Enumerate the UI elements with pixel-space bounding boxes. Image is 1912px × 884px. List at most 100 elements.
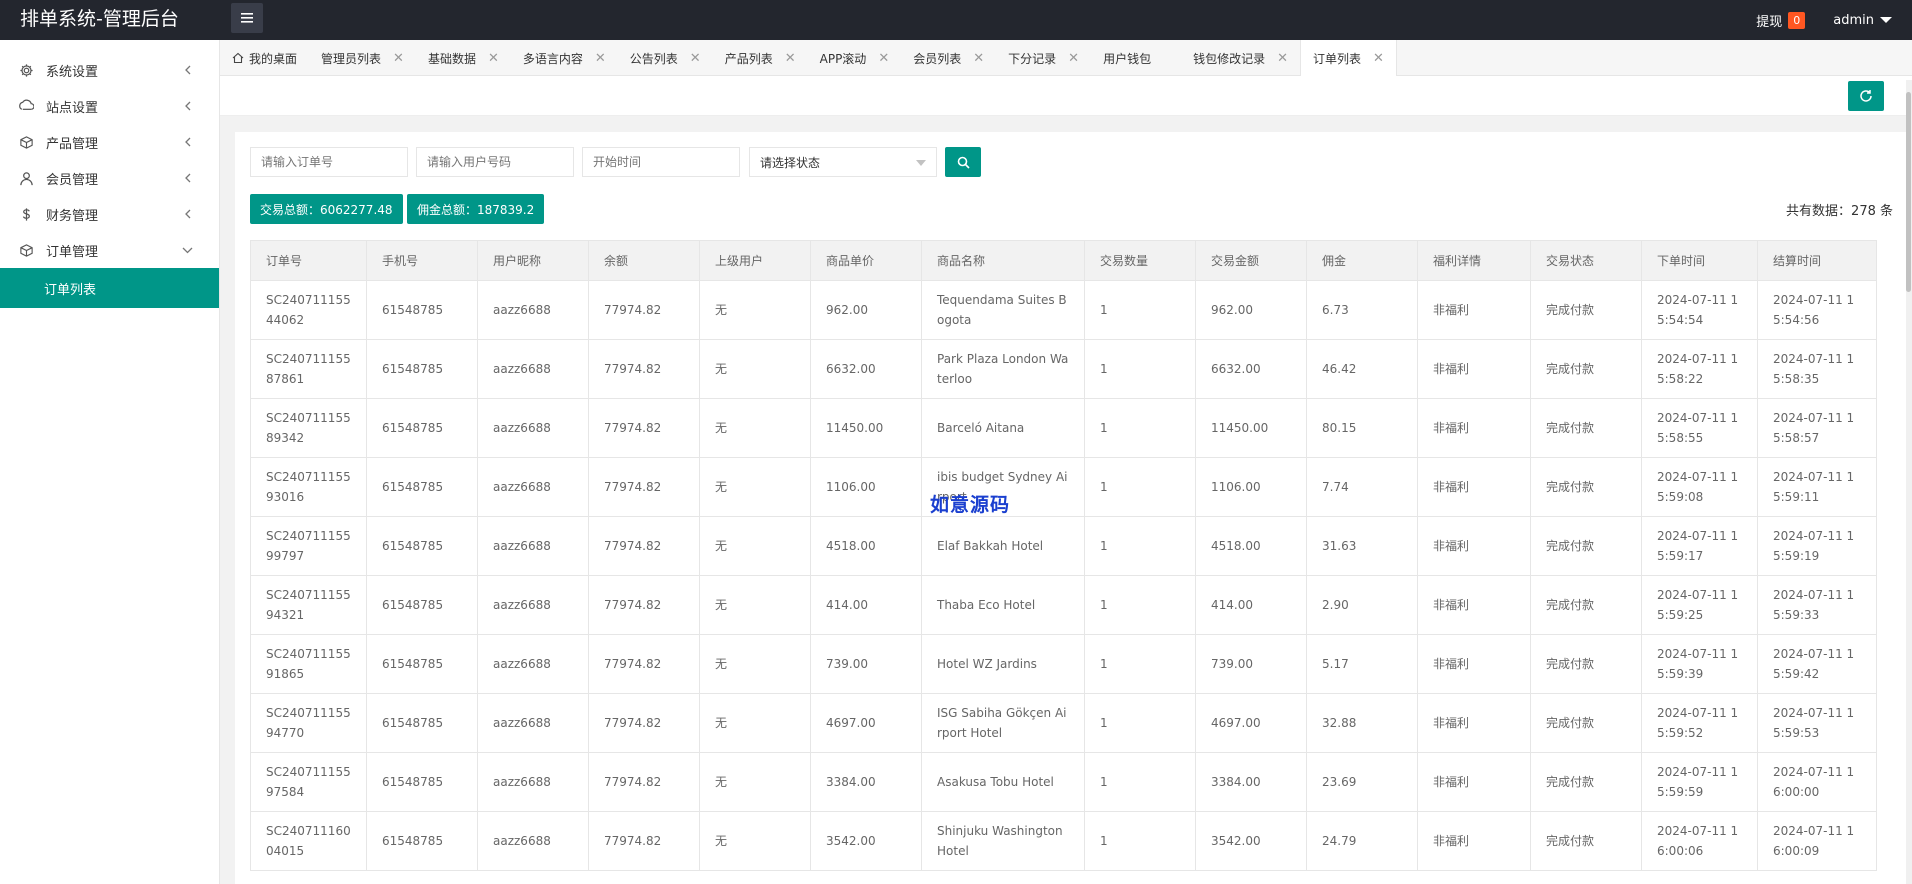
table-cell: 61548785 — [366, 280, 478, 340]
phone-input[interactable] — [416, 147, 574, 177]
table-cell: 无 — [699, 634, 811, 694]
sidebar-item-site[interactable]: 站点设置 — [0, 88, 219, 124]
close-icon[interactable]: ✕ — [488, 51, 499, 66]
table-cell: 7.74 — [1306, 457, 1418, 517]
table-cell: 61548785 — [366, 398, 478, 458]
table-cell: 1 — [1084, 516, 1196, 576]
sidebar-item-system[interactable]: 系统设置 — [0, 52, 219, 88]
table-cell: aazz6688 — [477, 634, 589, 694]
tab-notice-list[interactable]: 公告列表 ✕ — [618, 40, 713, 76]
column-header: 余额 — [588, 240, 700, 281]
table-cell: aazz6688 — [477, 516, 589, 576]
tab-member-list[interactable]: 会员列表 ✕ — [901, 40, 996, 76]
menu-toggle-button[interactable] — [231, 3, 263, 33]
table-cell: 无 — [699, 575, 811, 635]
table-cell: 80.15 — [1306, 398, 1418, 458]
refresh-icon — [1860, 90, 1872, 102]
table-cell: 非福利 — [1417, 575, 1531, 635]
table-cell: 77974.82 — [588, 811, 700, 871]
table-cell: 739.00 — [810, 634, 922, 694]
table-cell: 6632.00 — [810, 339, 922, 399]
close-icon[interactable]: ✕ — [690, 51, 701, 66]
table-cell: 61548785 — [366, 811, 478, 871]
main-content: 请选择状态 交易总额：6062277.48 佣金总额：187839.2 共有数据… — [220, 76, 1912, 884]
page-scrollbar-thumb[interactable] — [1906, 92, 1911, 292]
close-icon[interactable]: ✕ — [878, 51, 889, 66]
table-cell: 962.00 — [810, 280, 922, 340]
table-cell: 2024-07-11 15:54:56 — [1757, 280, 1877, 340]
chevron-left-icon — [185, 101, 191, 111]
close-icon[interactable]: ✕ — [595, 51, 606, 66]
sidebar-item-order[interactable]: 订单管理 — [0, 232, 219, 268]
table-cell: 非福利 — [1417, 634, 1531, 694]
table-cell: 完成付款 — [1530, 811, 1642, 871]
close-icon[interactable]: ✕ — [1373, 51, 1384, 66]
table-cell: SC24071115599797 — [250, 516, 367, 576]
sidebar-item-member[interactable]: 会员管理 — [0, 160, 219, 196]
table-cell: 4697.00 — [1195, 693, 1307, 753]
withdraw-link[interactable]: 提现 0 — [1756, 11, 1806, 30]
close-icon[interactable]: ✕ — [1068, 51, 1079, 66]
table-cell: 2024-07-11 15:59:59 — [1641, 752, 1758, 812]
table-cell: aazz6688 — [477, 575, 589, 635]
table-cell: Barceló Aitana — [921, 398, 1085, 458]
table-cell: 2024-07-11 15:58:22 — [1641, 339, 1758, 399]
tab-withdraw-records[interactable]: 下分记录 ✕ — [996, 40, 1091, 76]
table-cell: 2024-07-11 15:59:39 — [1641, 634, 1758, 694]
user-icon — [18, 170, 34, 186]
table-cell: Elaf Bakkah Hotel — [921, 516, 1085, 576]
table-cell: 2024-07-11 16:00:00 — [1757, 752, 1877, 812]
close-icon[interactable]: ✕ — [973, 51, 984, 66]
table-cell: 962.00 — [1195, 280, 1307, 340]
search-button[interactable] — [945, 147, 981, 177]
tab-admin-list[interactable]: 管理员列表 ✕ — [309, 40, 416, 76]
tab-desktop[interactable]: 我的桌面 — [220, 40, 309, 76]
close-icon[interactable]: ✕ — [393, 51, 404, 66]
withdraw-label: 提现 — [1756, 14, 1783, 30]
refresh-button[interactable] — [1848, 81, 1884, 111]
table-row: SC24071115594770 61548785 aazz6688 77974.82… — [250, 693, 1877, 753]
table-cell: SC24071115597584 — [250, 752, 367, 812]
status-select[interactable]: 请选择状态 — [749, 147, 937, 177]
caret-down-icon — [916, 160, 926, 166]
table-row: SC24071115599797 61548785 aazz6688 77974.82… — [250, 516, 1877, 576]
tab-multilang[interactable]: 多语言内容 ✕ — [511, 40, 618, 76]
tab-app-scroll[interactable]: APP滚动 ✕ — [808, 40, 902, 76]
sidebar-item-product[interactable]: 产品管理 — [0, 124, 219, 160]
table-cell: Thaba Eco Hotel — [921, 575, 1085, 635]
dollar-icon — [18, 206, 34, 222]
tab-wallet-log[interactable]: 钱包修改记录 ✕ — [1181, 40, 1300, 76]
table-cell: 无 — [699, 693, 811, 753]
column-header: 结算时间 — [1757, 240, 1877, 281]
sidebar-subitem-order-list[interactable]: 订单列表 — [0, 268, 219, 308]
table-cell: 61548785 — [366, 457, 478, 517]
table-cell: 1 — [1084, 634, 1196, 694]
tab-basic-data[interactable]: 基础数据 ✕ — [416, 40, 511, 76]
column-header: 上级用户 — [699, 240, 811, 281]
sidebar-item-finance[interactable]: 财务管理 — [0, 196, 219, 232]
user-menu[interactable]: admin — [1833, 13, 1892, 28]
table-cell: 1 — [1084, 575, 1196, 635]
table-cell: 4518.00 — [1195, 516, 1307, 576]
commission-total-badge: 佣金总额：187839.2 — [407, 194, 545, 224]
chevron-left-icon — [185, 65, 191, 75]
table-cell: 32.88 — [1306, 693, 1418, 753]
table-cell: Hotel WZ Jardins — [921, 634, 1085, 694]
table-cell: 完成付款 — [1530, 398, 1642, 458]
table-cell: aazz6688 — [477, 339, 589, 399]
tab-user-wallet[interactable]: 用户钱包 — [1091, 40, 1181, 76]
table-cell: 3384.00 — [810, 752, 922, 812]
table-cell: 739.00 — [1195, 634, 1307, 694]
close-icon[interactable]: ✕ — [785, 51, 796, 66]
table-cell: 2024-07-11 15:59:25 — [1641, 575, 1758, 635]
tab-product-list[interactable]: 产品列表 ✕ — [713, 40, 808, 76]
table-cell: 77974.82 — [588, 693, 700, 753]
column-header: 订单号 — [250, 240, 367, 281]
close-icon[interactable]: ✕ — [1277, 51, 1288, 66]
order-no-input[interactable] — [250, 147, 408, 177]
table-cell: SC24071115594770 — [250, 693, 367, 753]
start-time-input[interactable] — [582, 147, 740, 177]
table-cell: 2024-07-11 15:54:54 — [1641, 280, 1758, 340]
table-cell: 6.73 — [1306, 280, 1418, 340]
tab-order-list[interactable]: 订单列表 ✕ — [1300, 40, 1397, 76]
